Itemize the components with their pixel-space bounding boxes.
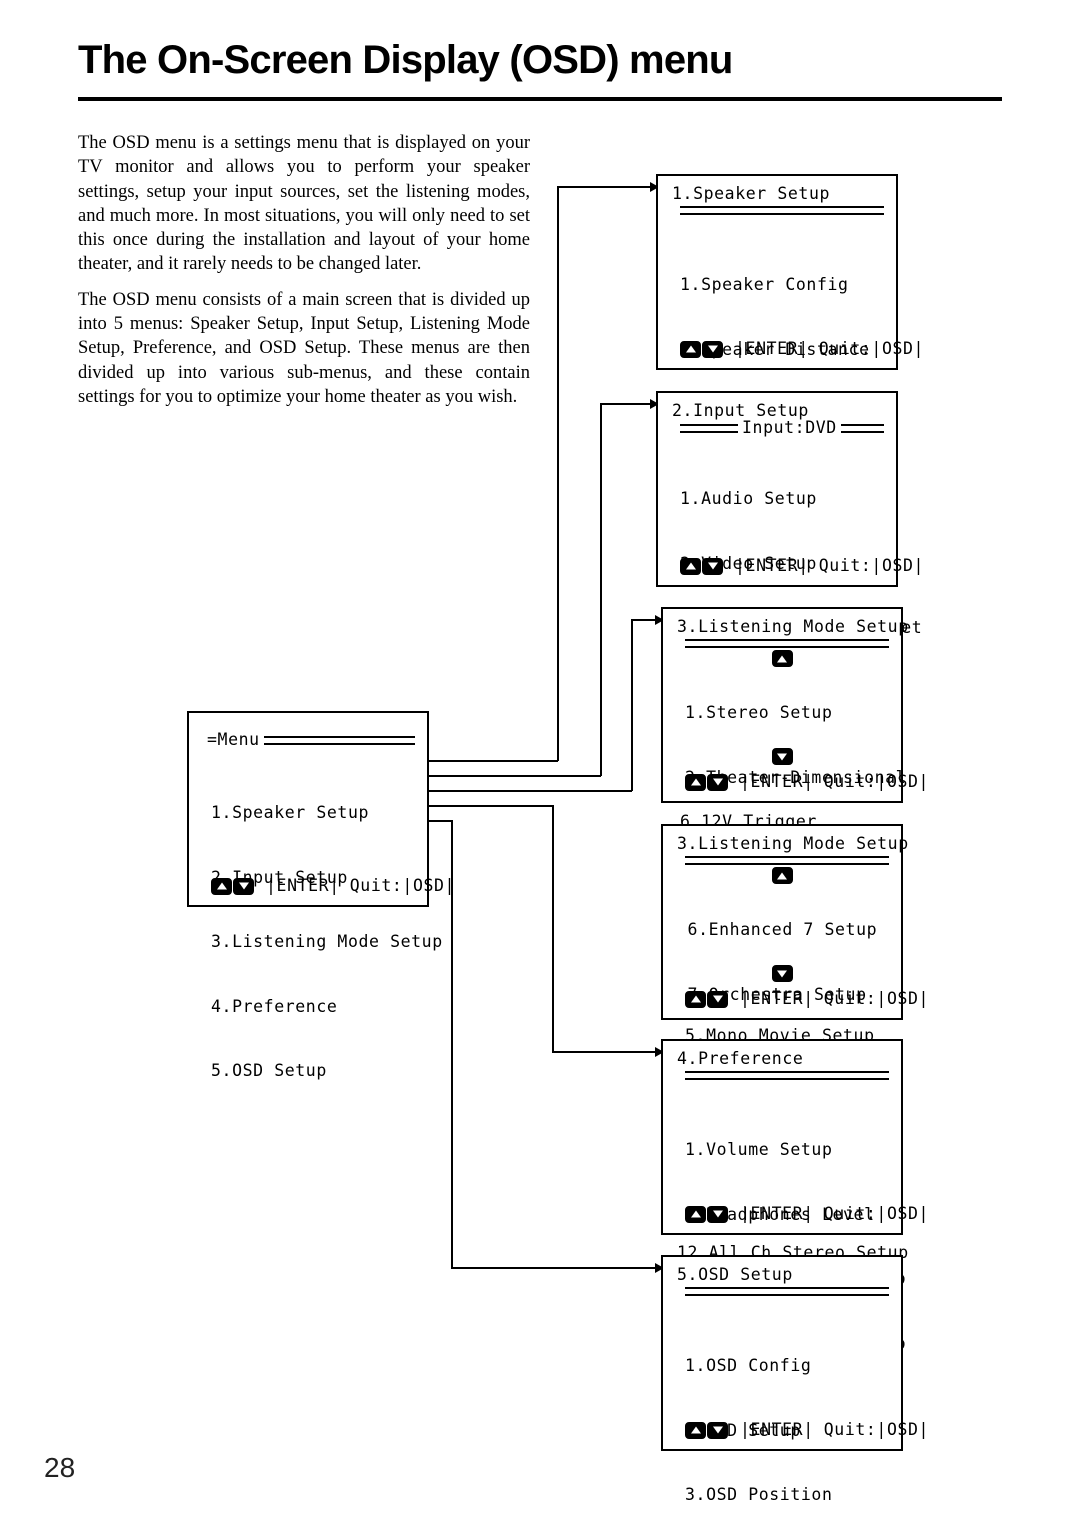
list-item[interactable]: 1.Stereo Setup (685, 702, 893, 724)
screen-title: 3.Listening Mode Setup (677, 617, 909, 636)
quit-label: Quit:|OSD| (818, 556, 925, 575)
page-title: The On-Screen Display (OSD) menu (78, 38, 733, 82)
arrow-up-icon[interactable] (680, 340, 701, 358)
rule-segment-left (680, 423, 738, 433)
main-menu-footer: |ENTER| Quit:|OSD| (211, 877, 455, 895)
wire-4-seg-c (552, 1051, 660, 1053)
nav-keys[interactable] (211, 877, 254, 895)
nav-keys[interactable] (685, 1205, 728, 1223)
main-menu-item-5[interactable]: 5.OSD Setup (211, 1060, 419, 1082)
paragraph-1: The OSD menu is a settings menu that is … (78, 133, 530, 275)
arrow-down-icon[interactable] (707, 1205, 728, 1223)
osd-screen-speaker-setup[interactable]: 1.Speaker Setup 1.Speaker Config 2.Speak… (656, 174, 923, 488)
title-rule (685, 1287, 889, 1296)
arrow-up-icon[interactable] (685, 990, 706, 1008)
list-item[interactable]: 3.OSD Position (685, 1484, 893, 1506)
wire-3-seg-b (631, 619, 633, 791)
osd-screen-osd-setup[interactable]: 5.OSD Setup 1.OSD Config 2.OSD Setup 3.O… (661, 1255, 928, 1504)
intro-text: The OSD menu is a settings menu that is … (78, 131, 530, 409)
title-rule (685, 639, 889, 648)
arrow-up-icon[interactable] (211, 877, 232, 895)
osd-screen-main-menu[interactable]: =Menu 1.Speaker Setup 2.Input Setup 3.Li… (187, 711, 454, 1080)
wire-5-seg-c (451, 1267, 660, 1269)
list-item[interactable]: 1.Audio Setup (680, 488, 888, 510)
wire-2-seg-c (600, 403, 655, 405)
manual-page: The On-Screen Display (OSD) menu The OSD… (0, 0, 1080, 1528)
nav-keys[interactable] (680, 557, 723, 575)
screen-title: 4.Preference (677, 1049, 804, 1068)
input-source-label: Input:DVD (742, 418, 837, 437)
nav-keys[interactable] (685, 990, 728, 1008)
rule-segment-right (263, 735, 415, 745)
osd-screen-listening-mode-setup-1[interactable]: 3.Listening Mode Setup 1.Stereo Setup 2.… (661, 607, 928, 1045)
list-item[interactable]: 1.Volume Setup (685, 1139, 893, 1161)
wire-2-seg-b (600, 403, 602, 776)
main-menu-items: 1.Speaker Setup 2.Input Setup 3.Listenin… (211, 759, 442, 1125)
osd-screen-listening-mode-setup-2[interactable]: 3.Listening Mode Setup 6.Enhanced 7 Setu… (661, 824, 928, 1262)
arrow-up-icon[interactable] (685, 773, 706, 791)
enter-label: |ENTER| (740, 1204, 814, 1223)
wire-1-seg-c (557, 186, 655, 188)
screen-footer: |ENTER| Quit:|OSD| (685, 1421, 929, 1439)
enter-label: |ENTER| (266, 876, 340, 895)
list-item[interactable]: 1.Speaker Config (680, 274, 888, 296)
quit-label: Quit:|OSD| (349, 876, 456, 895)
main-menu-title-rule: =Menu (203, 731, 415, 749)
nav-keys[interactable] (680, 340, 723, 358)
main-menu-item-1[interactable]: 1.Speaker Setup (211, 802, 419, 824)
screen-footer: |ENTER| Quit:|OSD| (680, 557, 924, 575)
screen-footer: |ENTER| Quit:|OSD| (685, 990, 929, 1008)
list-item[interactable]: 1.OSD Config (685, 1355, 893, 1377)
arrow-down-icon[interactable] (233, 877, 254, 895)
quit-label: Quit:|OSD| (818, 339, 925, 358)
main-menu-title: =Menu (207, 730, 260, 749)
main-menu-item-4[interactable]: 4.Preference (211, 996, 419, 1018)
quit-label: Quit:|OSD| (823, 989, 930, 1008)
screen-footer: |ENTER| Quit:|OSD| (685, 773, 929, 791)
title-rule (685, 1071, 889, 1080)
arrow-up-icon[interactable] (680, 557, 701, 575)
enter-label: |ENTER| (735, 556, 809, 575)
page-number: 28 (44, 1452, 76, 1483)
arrow-up-icon[interactable] (685, 1205, 706, 1223)
nav-keys[interactable] (685, 1421, 728, 1439)
arrow-up-icon[interactable] (685, 1421, 706, 1439)
quit-label: Quit:|OSD| (823, 1204, 930, 1223)
arrow-down-icon[interactable] (707, 773, 728, 791)
arrow-down-icon[interactable] (702, 557, 723, 575)
nav-keys[interactable] (685, 773, 728, 791)
screen-footer: |ENTER| Quit:|OSD| (685, 1205, 929, 1223)
osd-screen-preference[interactable]: 4.Preference 1.Volume Setup 2.Headphones… (661, 1039, 928, 1353)
rule-segment-right (840, 423, 884, 433)
wire-3-seg-a (416, 790, 632, 792)
osd-screen-input-setup[interactable]: 2.Input Setup Input:DVD 1.Audio Setup 2.… (656, 391, 923, 831)
title-rule-with-input: Input:DVD (680, 419, 884, 437)
scroll-down-indicator[interactable] (663, 748, 901, 765)
main-menu-item-3[interactable]: 3.Listening Mode Setup (211, 931, 442, 953)
arrow-down-icon[interactable] (707, 1421, 728, 1439)
arrow-down-icon[interactable] (771, 965, 793, 982)
title-rule (685, 856, 889, 865)
enter-label: |ENTER| (740, 772, 814, 791)
wire-4-seg-b (552, 805, 554, 1052)
enter-label: |ENTER| (740, 1420, 814, 1439)
title-divider (78, 97, 1002, 101)
wire-1-seg-b (557, 186, 559, 761)
quit-label: Quit:|OSD| (823, 772, 930, 791)
screen-title: 5.OSD Setup (677, 1265, 793, 1284)
title-rule (680, 206, 884, 215)
screen-title: 3.Listening Mode Setup (677, 834, 909, 853)
enter-label: |ENTER| (735, 339, 809, 358)
arrow-down-icon[interactable] (702, 340, 723, 358)
scroll-down-indicator[interactable] (663, 965, 901, 982)
arrow-down-icon[interactable] (707, 990, 728, 1008)
quit-label: Quit:|OSD| (823, 1420, 930, 1439)
paragraph-2: The OSD menu consists of a main screen t… (78, 289, 530, 407)
list-item[interactable]: 6.Enhanced 7 Setup (677, 919, 893, 941)
screen-title: 1.Speaker Setup (672, 184, 831, 203)
enter-label: |ENTER| (740, 989, 814, 1008)
arrow-down-icon[interactable] (771, 748, 793, 765)
screen-footer: |ENTER| Quit:|OSD| (680, 340, 924, 358)
